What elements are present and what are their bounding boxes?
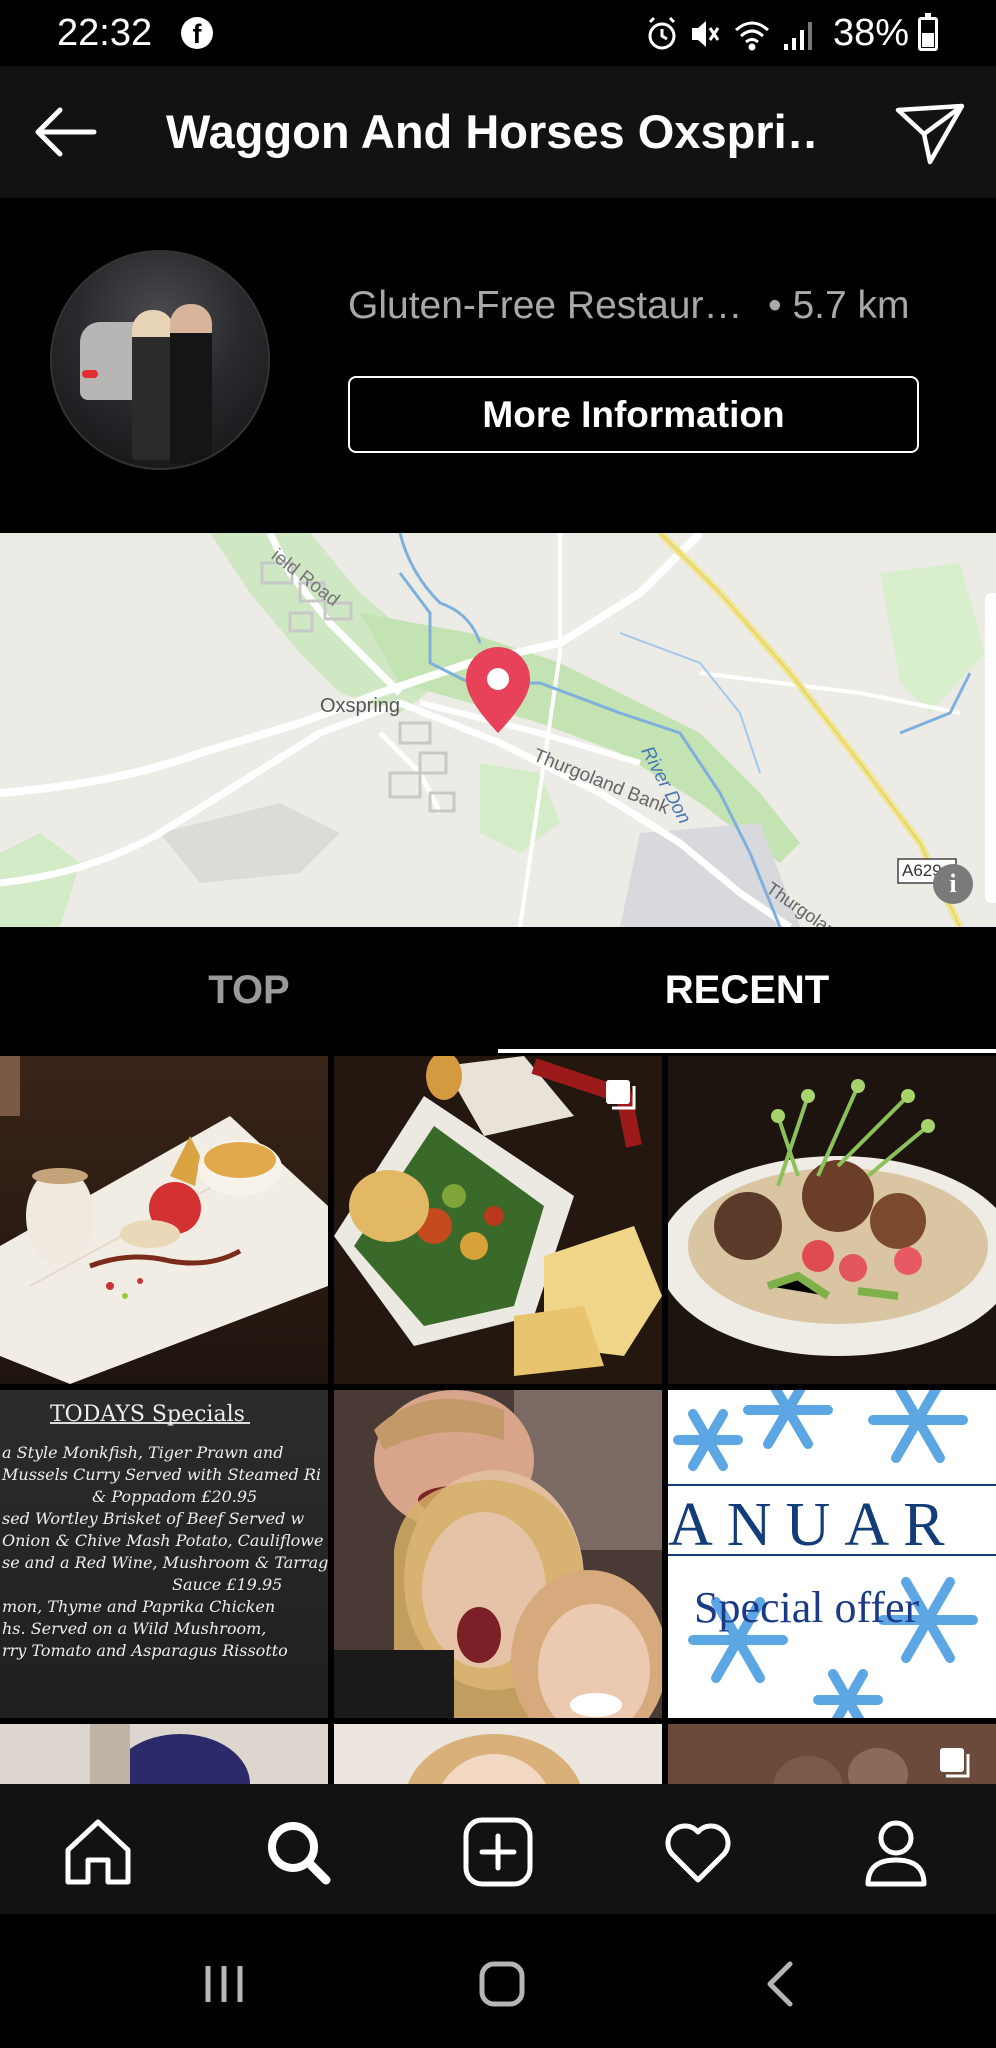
location-avatar[interactable] xyxy=(50,250,270,470)
chalkboard-heading: TODAYS Specials xyxy=(50,1402,250,1427)
signal-icon xyxy=(784,22,812,50)
status-bar: 22:32 f 38% xyxy=(0,0,996,66)
mute-icon xyxy=(692,21,720,47)
alarm-icon xyxy=(648,16,676,50)
location-map[interactable]: Oxspring ield Road Thurgoland Bank River… xyxy=(0,533,996,927)
chalkboard-line: rry Tomato and Asparagus Rissotto xyxy=(2,1641,288,1660)
post-photo xyxy=(334,1724,662,1784)
nav-search-button[interactable] xyxy=(258,1812,338,1892)
activity-heart-icon xyxy=(665,1823,731,1883)
chalkboard-line: a Style Monkfish, Tiger Prawn and xyxy=(2,1443,284,1462)
system-home-button[interactable] xyxy=(472,1954,532,2014)
battery-icon xyxy=(918,13,938,51)
avatar-person xyxy=(170,304,212,464)
chalkboard: TODAYS Specials a Style Monkfish, Tiger … xyxy=(0,1390,328,1718)
multiple-posts-icon xyxy=(940,1748,970,1778)
system-navigation-bar xyxy=(0,1914,996,2048)
map-park xyxy=(480,763,560,853)
chalkboard-line: & Poppadom £20.95 xyxy=(92,1487,258,1506)
profile-icon xyxy=(865,1820,927,1887)
header-bar: Waggon And Horses Oxspri… xyxy=(0,66,996,198)
more-information-button[interactable]: More Information xyxy=(348,376,919,453)
arrow-left-icon xyxy=(35,107,97,157)
chalkboard-line: sed Wortley Brisket of Beef Served w xyxy=(2,1509,305,1528)
bottom-navigation xyxy=(0,1784,996,1914)
map-park xyxy=(880,563,985,713)
location-distance: • 5.7 km xyxy=(768,284,910,327)
page-title: Waggon And Horses Oxspri… xyxy=(166,105,816,158)
recent-apps-icon xyxy=(205,1966,243,2002)
post-thumbnail[interactable] xyxy=(0,1056,328,1384)
chalkboard-line: Onion & Chive Mash Potato, Cauliflowe xyxy=(2,1531,324,1550)
post-thumbnail[interactable] xyxy=(334,1390,662,1718)
location-profile: Gluten-Free Restaur… • 5.7 km More Infor… xyxy=(0,198,996,533)
nav-home-button[interactable] xyxy=(58,1812,138,1892)
status-time: 22:32 xyxy=(57,12,153,54)
share-button[interactable] xyxy=(894,102,966,166)
salad-photo xyxy=(668,1056,996,1384)
selfie-photo xyxy=(334,1390,662,1718)
post-thumbnail[interactable] xyxy=(0,1724,328,1784)
post-thumbnail[interactable] xyxy=(668,1724,996,1784)
nav-profile-button[interactable] xyxy=(856,1812,936,1892)
posts-grid: TODAYS Specials a Style Monkfish, Tiger … xyxy=(0,1056,996,1784)
map-pin-icon xyxy=(466,647,530,733)
chalkboard-line: mon, Thyme and Paprika Chicken xyxy=(2,1597,276,1616)
send-icon xyxy=(895,103,965,165)
chalkboard-line: se and a Red Wine, Mushroom & Tarrago xyxy=(2,1553,328,1572)
facebook-icon: f xyxy=(181,17,213,49)
back-button[interactable] xyxy=(30,102,100,162)
map-canvas xyxy=(0,533,985,927)
battery-percent: 38% xyxy=(833,12,910,54)
post-thumbnail[interactable]: ANUAR Special offer xyxy=(668,1390,996,1718)
post-thumbnail[interactable] xyxy=(334,1724,662,1784)
nav-activity-button[interactable] xyxy=(658,1812,738,1892)
recent-apps-button[interactable] xyxy=(194,1954,254,2014)
active-tab-indicator xyxy=(498,1049,996,1053)
back-icon xyxy=(767,1961,793,2007)
map-info-icon[interactable]: i xyxy=(933,864,973,904)
avatar-tail-light xyxy=(82,370,98,378)
search-icon xyxy=(268,1822,331,1885)
avatar-person xyxy=(132,310,174,460)
location-category[interactable]: Gluten-Free Restaur… xyxy=(348,284,742,328)
system-back-button[interactable] xyxy=(752,1954,812,2014)
chalkboard-text: a Style Monkfish, Tiger Prawn and Mussel… xyxy=(2,1442,328,1662)
map-scroll-edge xyxy=(985,593,996,903)
post-thumbnail[interactable]: TODAYS Specials a Style Monkfish, Tiger … xyxy=(0,1390,328,1718)
post-thumbnail[interactable] xyxy=(668,1056,996,1384)
posts-tabs: TOP RECENT xyxy=(0,927,996,1054)
post-photo xyxy=(0,1724,328,1784)
tab-top[interactable]: TOP xyxy=(0,927,498,1054)
map-label-town: Oxspring xyxy=(320,695,401,717)
home-button-icon xyxy=(479,1961,525,2007)
multiple-posts-icon xyxy=(606,1080,636,1110)
wifi-icon xyxy=(735,21,769,51)
chalkboard-line: Mussels Curry Served with Steamed Ri xyxy=(2,1465,322,1484)
home-icon xyxy=(65,1819,131,1885)
add-post-icon xyxy=(463,1817,533,1887)
offer-caption: Special offer xyxy=(694,1583,920,1632)
chalkboard-line: Sauce £19.95 xyxy=(172,1575,283,1594)
nav-add-post-button[interactable] xyxy=(458,1812,538,1892)
tab-recent[interactable]: RECENT xyxy=(498,927,996,1054)
chalkboard-line: hs. Served on a Wild Mushroom, xyxy=(2,1619,267,1638)
status-icons xyxy=(648,16,812,51)
dessert-photo xyxy=(0,1056,328,1384)
offer-month-text: ANUAR xyxy=(668,1491,959,1559)
post-thumbnail[interactable] xyxy=(334,1056,662,1384)
